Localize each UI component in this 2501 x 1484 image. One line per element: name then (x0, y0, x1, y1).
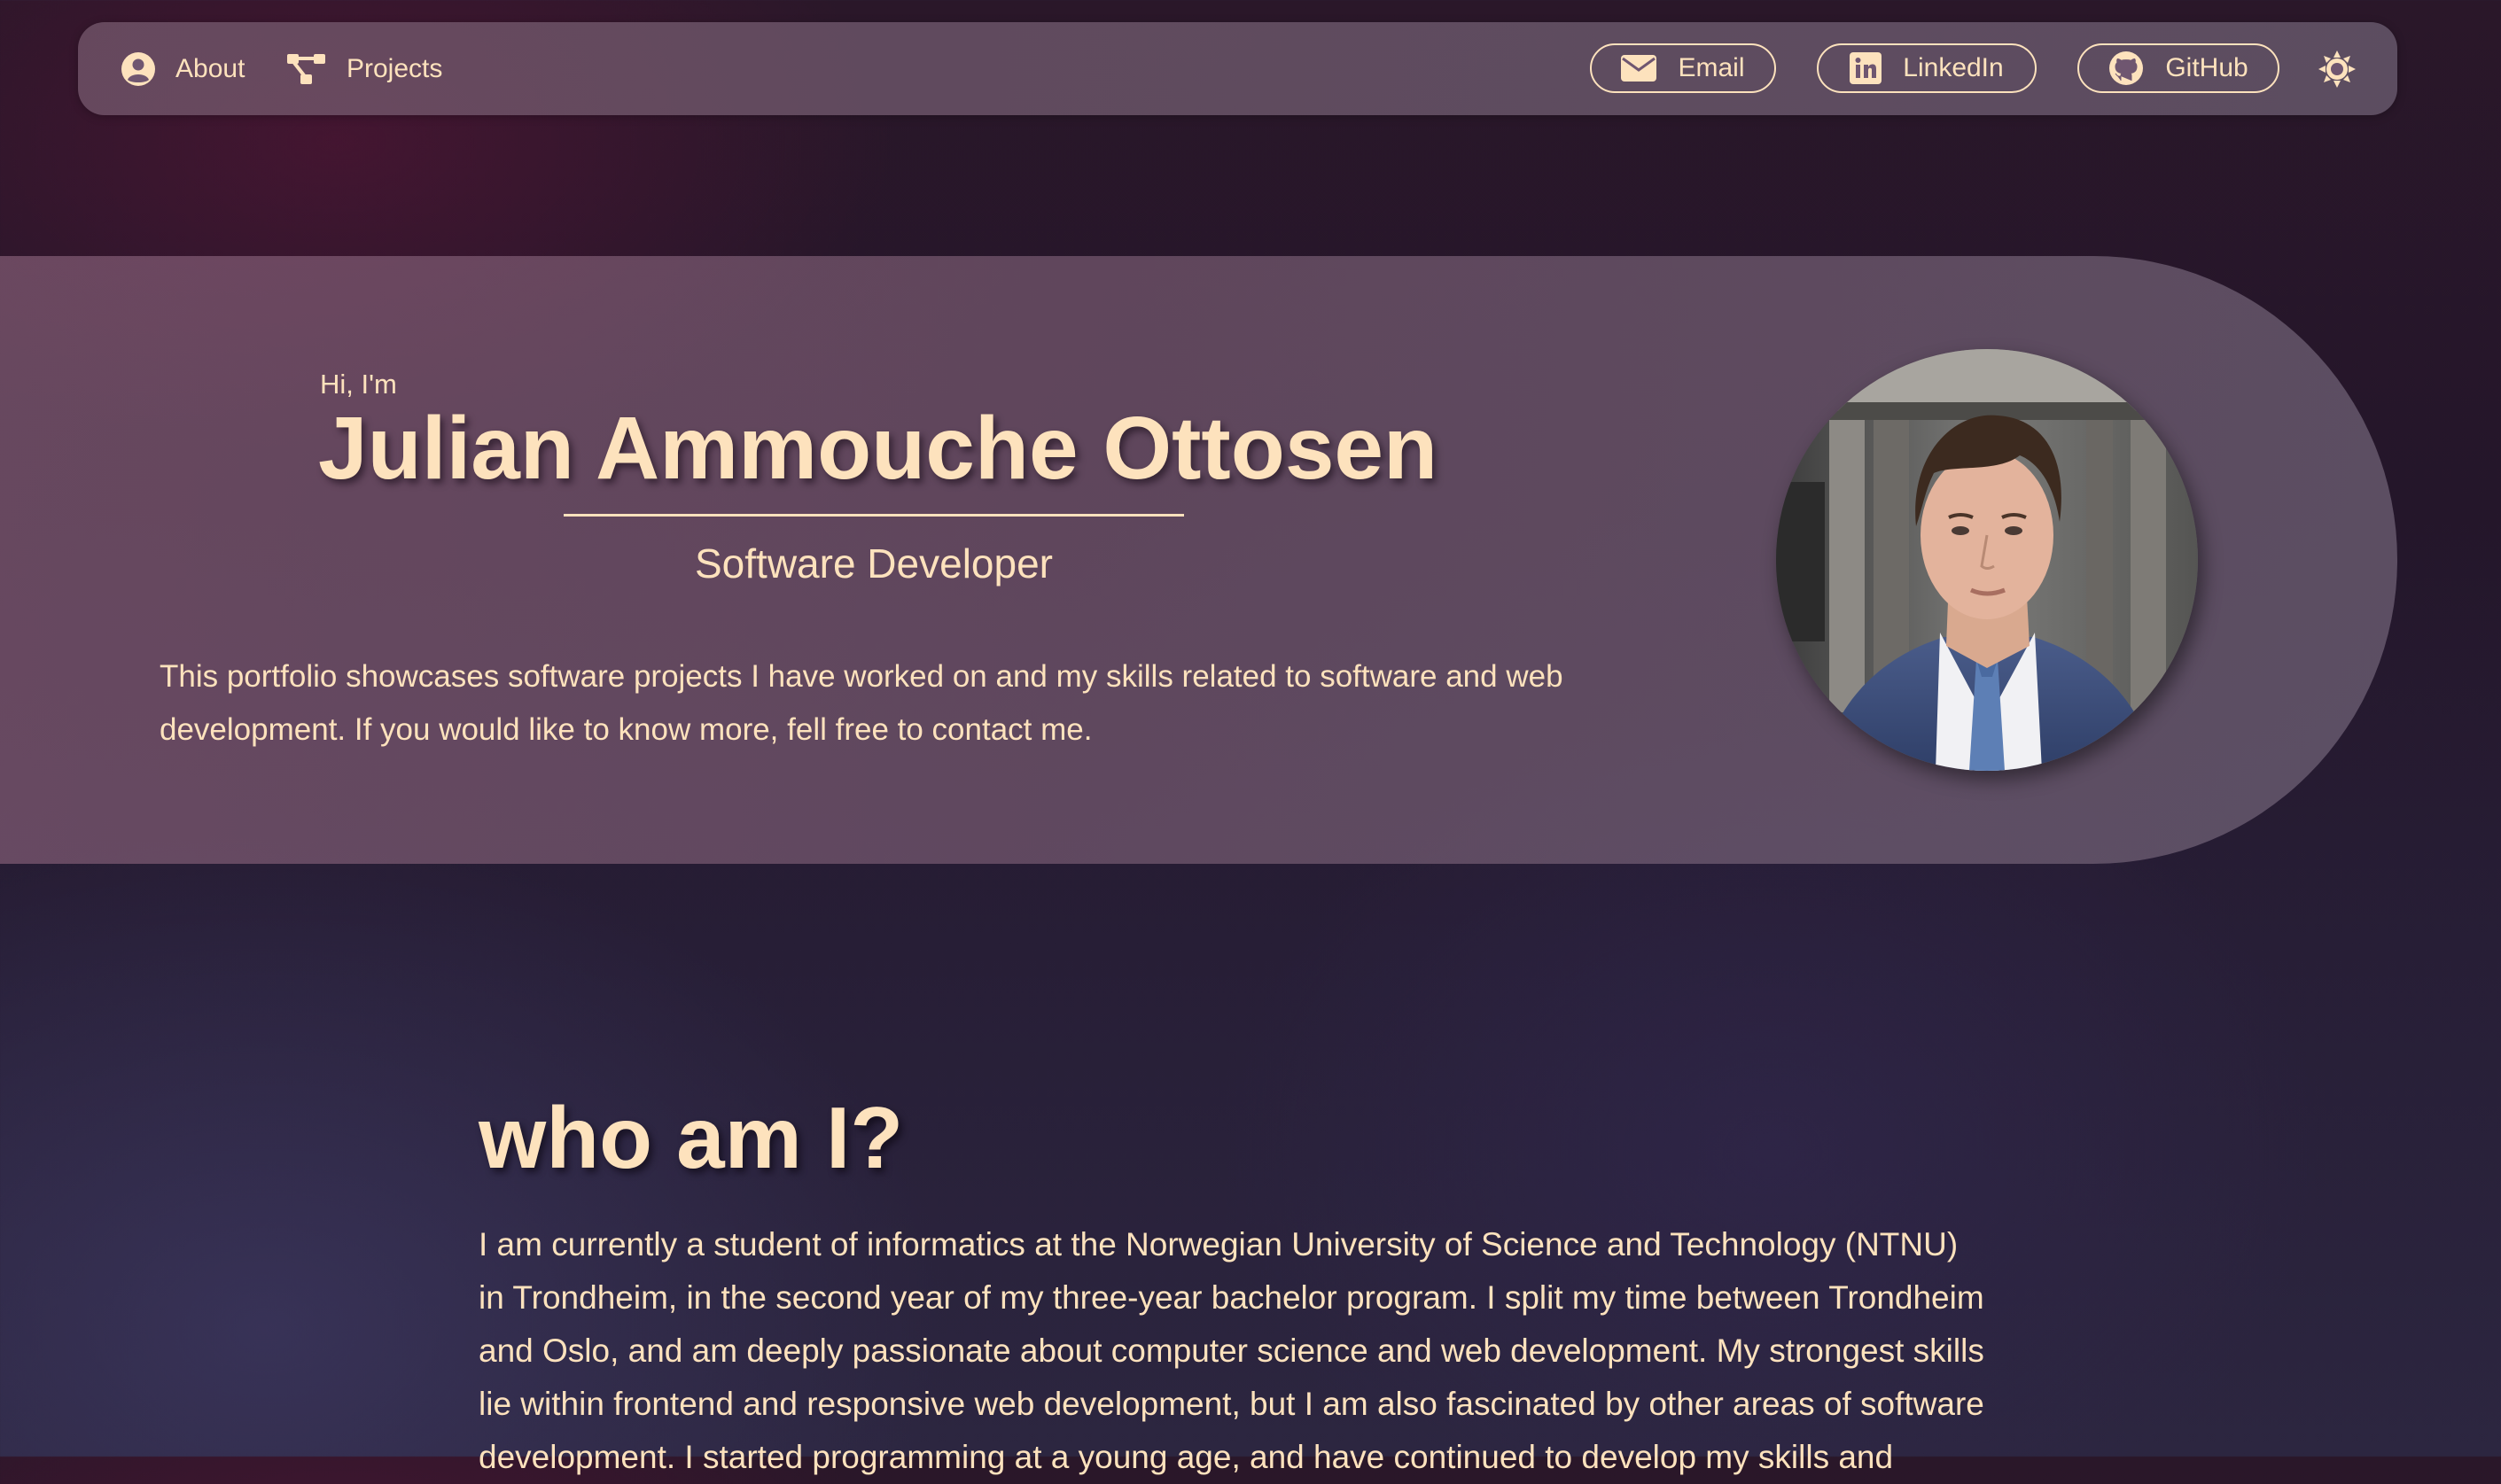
project-diagram-icon (286, 52, 327, 86)
about-paragraph: I am currently a student of informatics … (479, 1226, 1984, 1475)
github-label: GitHub (2165, 53, 2248, 82)
profile-photo (1776, 349, 2198, 771)
nav-about-link[interactable]: About (121, 22, 245, 115)
linkedin-icon (1850, 52, 1882, 84)
greeting-text: Hi, I'm (320, 369, 397, 400)
github-icon (2108, 51, 2144, 86)
navbar: About Projects Email LinkedIn GitHub (78, 22, 2397, 115)
linkedin-button[interactable]: LinkedIn (1817, 43, 2037, 93)
user-circle-icon (121, 51, 156, 87)
theme-toggle-button[interactable] (2317, 49, 2357, 89)
email-button[interactable]: Email (1590, 43, 1776, 93)
role-subtitle: Software Developer (695, 540, 1053, 587)
hero-name: Julian Ammouche Ottosen (318, 399, 1438, 498)
envelope-icon (1621, 55, 1657, 82)
hero-card: Hi, I'm Julian Ammouche Ottosen Software… (0, 256, 2397, 864)
github-button[interactable]: GitHub (2077, 43, 2279, 93)
sun-icon (2318, 50, 2357, 89)
linkedin-label: LinkedIn (1903, 53, 2004, 82)
name-divider (564, 514, 1184, 517)
intro-paragraph: This portfolio showcases software projec… (160, 659, 1563, 747)
nav-about-label: About (175, 53, 245, 83)
about-heading: who am I? (479, 1089, 904, 1186)
nav-projects-link[interactable]: Projects (286, 22, 442, 115)
nav-projects-label: Projects (347, 53, 443, 83)
email-label: Email (1678, 53, 1745, 82)
